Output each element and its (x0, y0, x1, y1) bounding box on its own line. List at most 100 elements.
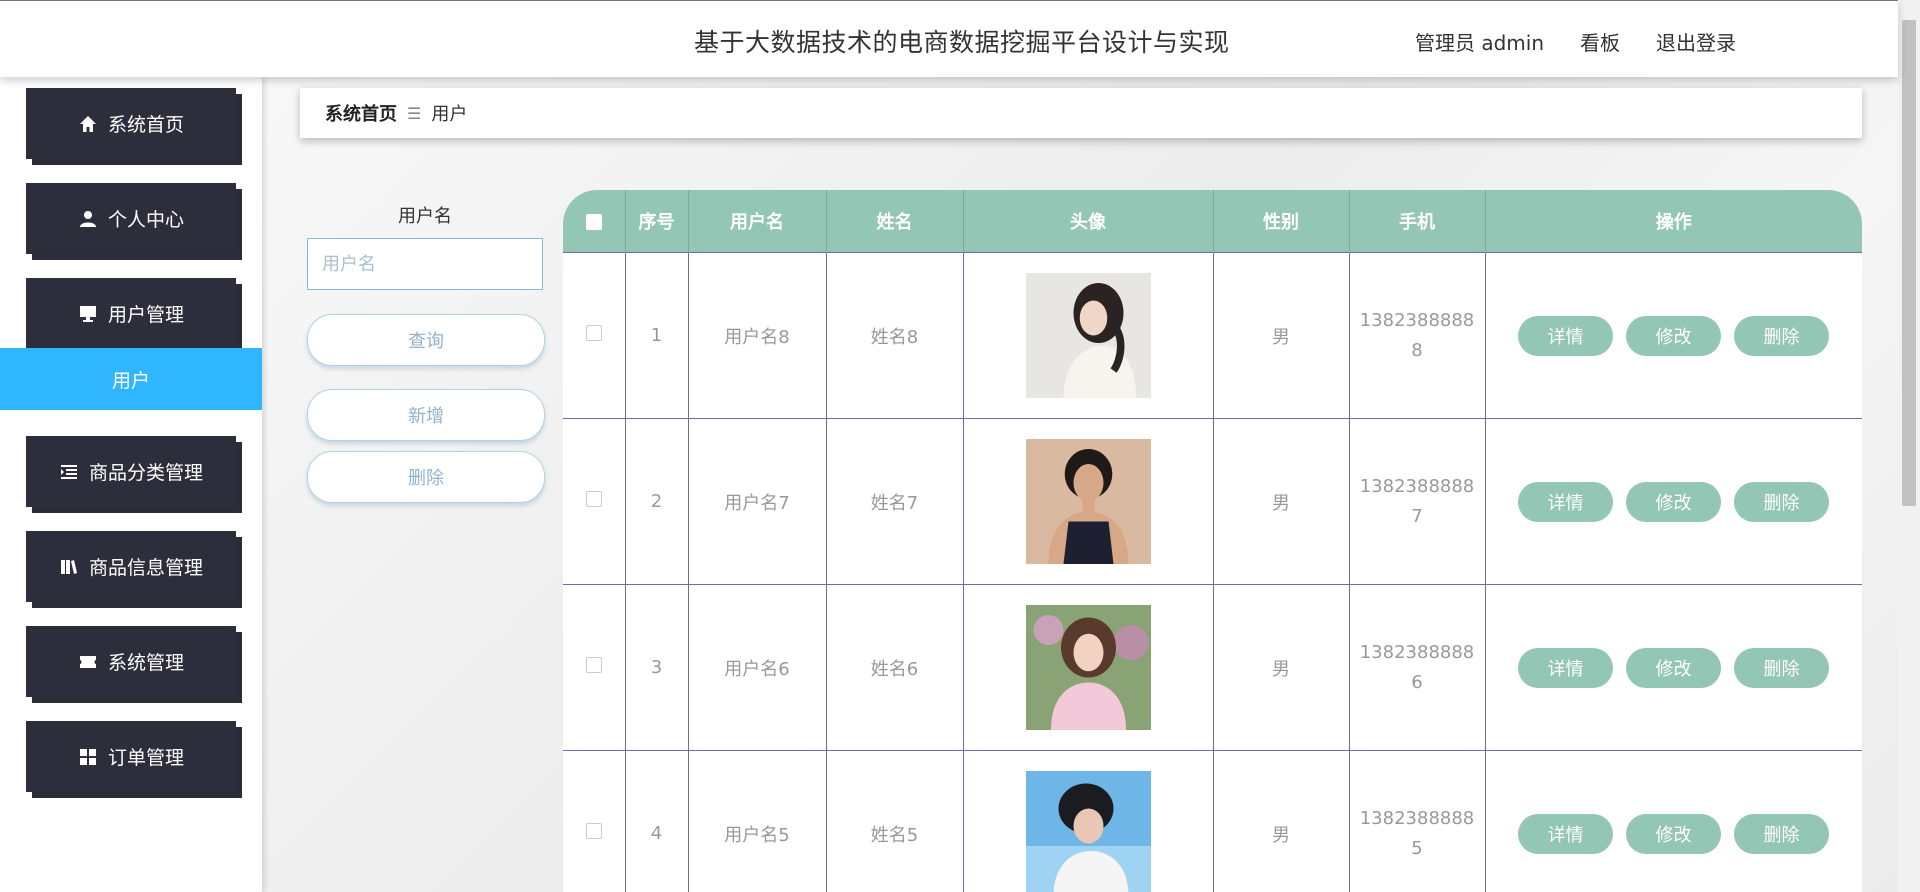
dashboard-link[interactable]: 看板 (1580, 27, 1620, 56)
detail-button[interactable]: 详情 (1518, 813, 1613, 854)
detail-button[interactable]: 详情 (1518, 481, 1613, 522)
column-header-name: 姓名 (826, 190, 964, 253)
cell-actions: 详情 修改 删除 (1484, 584, 1862, 751)
cell-index: 1 (624, 252, 689, 419)
cell-gender: 男 (1212, 584, 1350, 751)
row-checkbox[interactable] (585, 823, 602, 839)
ticket-icon (79, 655, 96, 668)
edit-button[interactable]: 修改 (1626, 813, 1721, 854)
breadcrumb-home[interactable]: 系统首页 (325, 100, 397, 126)
sidebar-item-order-management[interactable]: 订单管理 (26, 721, 236, 792)
phone-text: 1382388888 (1359, 309, 1475, 331)
row-checkbox[interactable] (585, 325, 602, 341)
admin-user-link[interactable]: 管理员 admin (1415, 27, 1544, 56)
select-all-header (563, 190, 626, 253)
table-row: 3 用户名6 姓名6 男 1382388888 6 详情 修改 删除 (563, 584, 1862, 751)
row-checkbox[interactable] (585, 491, 602, 507)
grid-icon (79, 748, 96, 765)
delete-button[interactable]: 删除 (1734, 647, 1829, 688)
page-scrollbar[interactable] (1897, 0, 1920, 892)
cell-avatar (962, 252, 1214, 419)
phone-text: 1382388888 (1359, 641, 1475, 663)
delete-button[interactable]: 删除 (1734, 481, 1829, 522)
search-username-input[interactable] (307, 238, 543, 290)
row-select-cell (563, 418, 626, 585)
user-table-container: 序号 用户名 姓名 头像 性别 手机 操作 1 用户名8 姓名8 男 13823… (563, 190, 1862, 892)
phone-text-wrap: 5 (1411, 837, 1423, 859)
delete-button[interactable]: 删除 (1734, 315, 1829, 356)
avatar-image (1025, 273, 1151, 398)
detail-button[interactable]: 详情 (1518, 647, 1613, 688)
cell-name: 姓名7 (825, 418, 964, 585)
sidebar-item-label: 订单管理 (107, 747, 184, 769)
monitor-icon (79, 305, 96, 322)
cell-name: 姓名5 (825, 750, 964, 892)
table-row: 2 用户名7 姓名7 男 1382388888 7 详情 修改 删除 (563, 418, 1862, 585)
cell-actions: 详情 修改 删除 (1484, 750, 1862, 892)
sidebar-item-category-management[interactable]: 商品分类管理 (26, 436, 236, 507)
delete-button[interactable]: 删除 (1734, 813, 1829, 854)
table-row: 1 用户名8 姓名8 男 1382388888 8 详情 修改 删除 (563, 252, 1862, 419)
sidebar-item-label: 系统管理 (107, 652, 184, 674)
edit-button[interactable]: 修改 (1626, 481, 1721, 522)
avatar-image (1025, 439, 1151, 564)
cell-name: 姓名6 (825, 584, 964, 751)
row-checkbox[interactable] (585, 657, 602, 673)
batch-delete-button[interactable]: 删除 (307, 451, 545, 503)
sidebar-item-home[interactable]: 系统首页 (26, 88, 236, 159)
search-username-label: 用户名 (398, 206, 452, 227)
sidebar-item-personal-center[interactable]: 个人中心 (26, 183, 236, 254)
cell-name: 姓名8 (825, 252, 964, 419)
column-header-index: 序号 (625, 190, 689, 253)
table-header-row: 序号 用户名 姓名 头像 性别 手机 操作 (563, 190, 1862, 253)
table-row: 4 用户名5 姓名5 男 1382388888 5 详情 修改 删除 (563, 750, 1862, 892)
sidebar-item-label: 系统首页 (107, 114, 184, 136)
user-table: 序号 用户名 姓名 头像 性别 手机 操作 1 用户名8 姓名8 男 13823… (563, 190, 1862, 892)
submenu-item-label: 用户 (111, 369, 150, 392)
avatar-image (1025, 771, 1151, 892)
phone-text-wrap: 8 (1411, 339, 1423, 361)
breadcrumb: 系统首页 ☰ 用户 (300, 88, 1862, 138)
edit-button[interactable]: 修改 (1626, 315, 1721, 356)
sidebar-item-label: 商品分类管理 (88, 462, 203, 484)
sidebar-item-product-management[interactable]: 商品信息管理 (26, 531, 236, 602)
cell-phone: 1382388888 8 (1348, 252, 1486, 419)
top-links: 管理员 admin 看板 退出登录 (1415, 27, 1736, 56)
cell-username: 用户名5 (687, 750, 827, 892)
cell-username: 用户名7 (687, 418, 827, 585)
cell-phone: 1382388888 6 (1348, 584, 1486, 751)
home-icon (79, 115, 96, 132)
sidebar-item-label: 用户管理 (107, 304, 184, 326)
breadcrumb-current: 用户 (431, 104, 468, 125)
row-select-cell (563, 750, 626, 892)
detail-button[interactable]: 详情 (1518, 315, 1613, 356)
sidebar-item-system-management[interactable]: 系统管理 (26, 626, 236, 697)
cell-gender: 男 (1212, 750, 1350, 892)
sidebar: 系统首页 个人中心 用户管理 用户 商品分类管理 商品信息管理 系统管理 订单管… (0, 76, 262, 892)
scrollbar-thumb[interactable] (1902, 20, 1916, 506)
user-icon (79, 210, 96, 227)
cell-index: 2 (624, 418, 689, 585)
cell-gender: 男 (1212, 418, 1350, 585)
column-header-actions: 操作 (1485, 190, 1862, 253)
phone-text-wrap: 6 (1411, 671, 1423, 693)
cell-avatar (962, 750, 1214, 892)
edit-button[interactable]: 修改 (1626, 647, 1721, 688)
column-header-avatar: 头像 (963, 190, 1214, 253)
cell-avatar (962, 584, 1214, 751)
sidebar-item-label: 商品信息管理 (88, 557, 203, 579)
add-button[interactable]: 新增 (307, 389, 545, 441)
book-icon (60, 559, 77, 574)
logout-link[interactable]: 退出登录 (1656, 27, 1736, 56)
cell-username: 用户名6 (687, 584, 827, 751)
query-button[interactable]: 查询 (307, 314, 545, 366)
phone-text-wrap: 7 (1411, 505, 1423, 527)
sidebar-item-user-management[interactable]: 用户管理 (26, 278, 236, 349)
cell-username: 用户名8 (687, 252, 827, 419)
cell-index: 4 (624, 750, 689, 892)
select-all-checkbox[interactable] (585, 213, 602, 230)
cell-phone: 1382388888 5 (1348, 750, 1486, 892)
cell-index: 3 (624, 584, 689, 751)
column-header-username: 用户名 (688, 190, 827, 253)
submenu-item-user[interactable]: 用户 (0, 348, 262, 410)
